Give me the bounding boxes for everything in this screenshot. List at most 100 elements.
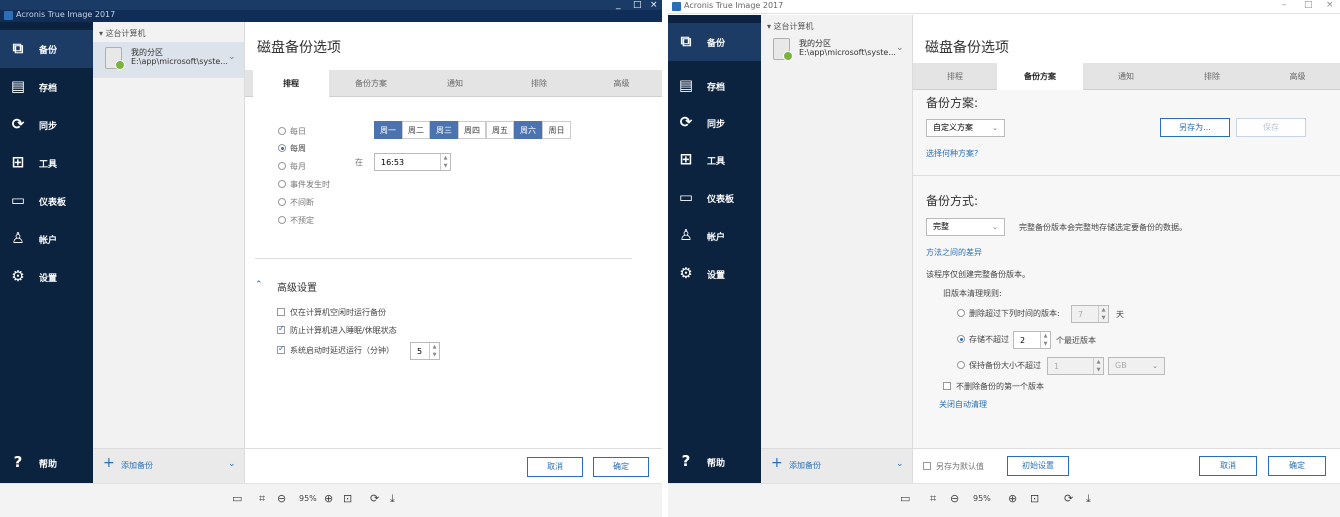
nav-sync[interactable]: ⟳ 同步 (668, 104, 761, 142)
tab-exclude[interactable]: 排除 (1169, 63, 1255, 90)
days-stepper[interactable]: 7 ▲ ▼ (1071, 305, 1109, 323)
tab-bar: 排程 备份方案 通知 排除 高级 (245, 70, 662, 97)
tab-scheme[interactable]: 备份方案 (329, 70, 413, 97)
chevron-down-icon[interactable]: ⌄ (228, 52, 236, 62)
source-item[interactable]: 我的分区 E:\app\microsoft\syste... ⌄ (93, 42, 244, 78)
nav-dashboard[interactable]: ▭ 仪表板 (668, 179, 761, 217)
nav-account[interactable]: ♙ 帐户 (0, 220, 93, 258)
download-icon[interactable]: ⤓ (390, 492, 395, 506)
layout-icon[interactable]: ▭ (232, 492, 242, 505)
nav-archive[interactable]: ▤ 存档 (668, 67, 761, 105)
nav-tools[interactable]: ⊞ 工具 (0, 144, 93, 182)
day-fri[interactable]: 周五 (486, 121, 514, 139)
zoom-out-icon[interactable]: ⊖ (950, 492, 959, 505)
close-icon[interactable]: × (650, 0, 658, 10)
maximize-icon[interactable]: □ (1304, 0, 1313, 10)
initial-settings-button[interactable]: 初始设置 (1007, 456, 1069, 476)
nav-dashboard[interactable]: ▭ 仪表板 (0, 182, 93, 220)
radio-event[interactable] (278, 180, 286, 188)
disable-cleanup-link[interactable]: 关闭自动清理 (939, 399, 987, 410)
nav-help[interactable]: ? 帮助 (0, 444, 93, 482)
checkbox-idle-only[interactable] (277, 308, 285, 316)
zoom-in-icon[interactable]: ⊕ (324, 492, 333, 505)
fit-icon[interactable]: ⌗ (259, 492, 265, 506)
rotate-icon[interactable]: ⟳ (1064, 492, 1073, 505)
nav-settings[interactable]: ⚙ 设置 (0, 258, 93, 296)
tree-header[interactable]: ▾ 这台计算机 (99, 28, 146, 39)
tab-notify[interactable]: 通知 (413, 70, 497, 97)
size-unit-select[interactable]: GB ⌄ (1108, 357, 1165, 375)
checkbox-delay-start[interactable] (277, 344, 285, 354)
radio-weekly[interactable] (278, 144, 286, 152)
radio-delete-older[interactable] (957, 309, 965, 317)
radio-monthly[interactable] (278, 162, 286, 170)
zoom-level: 95% (299, 494, 317, 503)
close-icon[interactable]: × (1326, 0, 1334, 10)
checkbox-keep-first[interactable] (943, 382, 951, 390)
day-sat[interactable]: 周六 (514, 121, 542, 139)
nav-backup[interactable]: ⧉ 备份 (668, 23, 761, 61)
maximize-icon[interactable]: □ (633, 0, 642, 10)
nav-settings[interactable]: ⚙ 设置 (668, 255, 761, 293)
day-thu[interactable]: 周四 (458, 121, 486, 139)
rotate-icon[interactable]: ⟳ (370, 492, 379, 505)
chevron-down-icon[interactable]: ⌄ (896, 459, 904, 469)
which-scheme-link[interactable]: 选择何种方案? (926, 148, 978, 159)
day-mon[interactable]: 周一 (374, 121, 402, 139)
zoom-out-icon[interactable]: ⊖ (277, 492, 286, 505)
download-icon[interactable]: ⤓ (1086, 492, 1091, 506)
source-item[interactable]: 我的分区 E:\app\microsoft\syste... ⌄ (761, 33, 912, 69)
tab-scheme[interactable]: 备份方案 (997, 63, 1083, 90)
method-diff-link[interactable]: 方法之间的差异 (926, 247, 982, 258)
checkbox-save-default[interactable] (923, 462, 931, 470)
add-backup-button[interactable]: + 添加备份 ⌄ (761, 448, 912, 483)
ok-button[interactable]: 确定 (1268, 456, 1326, 476)
checkbox-prevent-sleep[interactable] (277, 324, 285, 334)
fit-icon[interactable]: ⌗ (930, 492, 936, 506)
scheme-select[interactable]: 自定义方案 ⌄ (926, 119, 1005, 137)
ok-button[interactable]: 确定 (593, 457, 649, 477)
nav-archive[interactable]: ▤ 存档 (0, 68, 93, 106)
radio-none[interactable] (278, 216, 286, 224)
tab-schedule[interactable]: 排程 (913, 63, 997, 90)
tab-exclude[interactable]: 排除 (497, 70, 581, 97)
nav-backup[interactable]: ⧉ 备份 (0, 30, 93, 68)
zoom-in-icon[interactable]: ⊕ (1008, 492, 1017, 505)
nav-tools[interactable]: ⊞ 工具 (668, 141, 761, 179)
size-stepper[interactable]: 1 ▲ ▼ (1047, 357, 1104, 375)
delay-stepper[interactable]: 5 ▲ ▼ (410, 342, 440, 360)
collapse-icon[interactable]: ⌃ (255, 280, 263, 290)
versions-stepper[interactable]: 2 ▲ ▼ (1013, 331, 1051, 349)
minimize-icon[interactable]: _ (616, 0, 621, 10)
save-as-button[interactable]: 另存为... (1160, 118, 1230, 137)
method-select[interactable]: 完整 ⌄ (926, 218, 1005, 236)
add-backup-button[interactable]: + 添加备份 ⌄ (93, 448, 244, 483)
radio-daily[interactable] (278, 127, 286, 135)
layout-icon[interactable]: ▭ (900, 492, 910, 505)
cancel-button[interactable]: 取消 (527, 457, 583, 477)
actual-size-icon[interactable]: ⊡ (343, 492, 352, 505)
tab-notify[interactable]: 通知 (1083, 63, 1169, 90)
app-title: Acronis True Image 2017 (16, 10, 116, 19)
day-sun[interactable]: 周日 (542, 121, 571, 139)
radio-size-limit[interactable] (957, 361, 965, 369)
cancel-button[interactable]: 取消 (1199, 456, 1257, 476)
chevron-down-icon[interactable]: ⌄ (896, 43, 904, 53)
chevron-down-icon[interactable]: ⌄ (228, 459, 236, 469)
actual-size-icon[interactable]: ⊡ (1030, 492, 1039, 505)
tree-header[interactable]: ▾ 这台计算机 (767, 21, 814, 32)
nav-sync[interactable]: ⟳ 同步 (0, 106, 93, 144)
nav-account[interactable]: ♙ 帐户 (668, 217, 761, 255)
nav-help[interactable]: ? 帮助 (668, 443, 761, 481)
sync-icon: ⟳ (11, 115, 25, 133)
minimize-icon[interactable]: – (1282, 0, 1287, 10)
radio-keep-recent[interactable] (957, 335, 965, 343)
day-tue[interactable]: 周二 (402, 121, 430, 139)
radio-nonstop[interactable] (278, 198, 286, 206)
tab-schedule[interactable]: 排程 (253, 70, 329, 97)
day-wed[interactable]: 周三 (430, 121, 458, 139)
tab-advanced[interactable]: 高级 (1255, 63, 1340, 90)
save-button[interactable]: 保存 (1236, 118, 1306, 137)
time-stepper[interactable]: 16:53 ▲ ▼ (374, 153, 451, 171)
tab-advanced[interactable]: 高级 (581, 70, 662, 97)
